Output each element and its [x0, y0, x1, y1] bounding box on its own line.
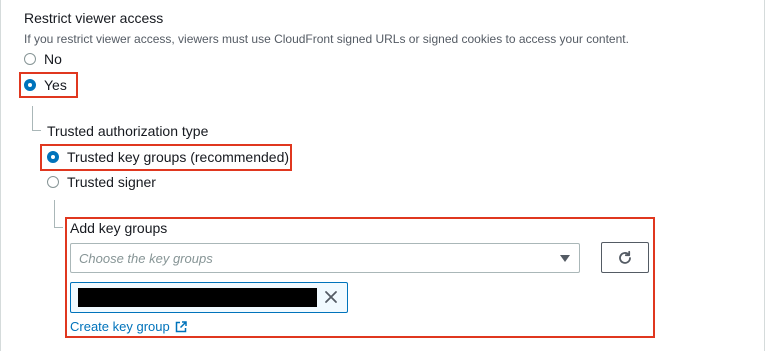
highlight-box-yes	[19, 72, 78, 98]
restrict-viewer-access-description: If you restrict viewer access, viewers m…	[24, 32, 629, 46]
radio-option-trusted-signer[interactable]: Trusted signer	[47, 174, 156, 190]
trusted-authorization-type-title: Trusted authorization type	[47, 123, 209, 139]
tree-connector-horizontal	[32, 130, 41, 131]
radio-trusted-signer-control[interactable]	[47, 176, 59, 188]
highlight-box-trusted-key-groups	[40, 144, 292, 171]
highlight-box-add-key-groups	[65, 217, 655, 338]
tree-connector-horizontal-2	[54, 227, 63, 228]
radio-no-label: No	[44, 51, 62, 67]
tree-connector-vertical-2	[54, 200, 55, 227]
radio-option-no[interactable]: No	[24, 51, 62, 67]
tree-connector-vertical	[32, 106, 33, 130]
radio-no-control[interactable]	[24, 53, 36, 65]
panel-border-right	[764, 0, 765, 351]
restrict-viewer-access-title: Restrict viewer access	[24, 10, 164, 26]
radio-trusted-signer-label: Trusted signer	[67, 174, 156, 190]
panel-border-left	[0, 0, 1, 351]
